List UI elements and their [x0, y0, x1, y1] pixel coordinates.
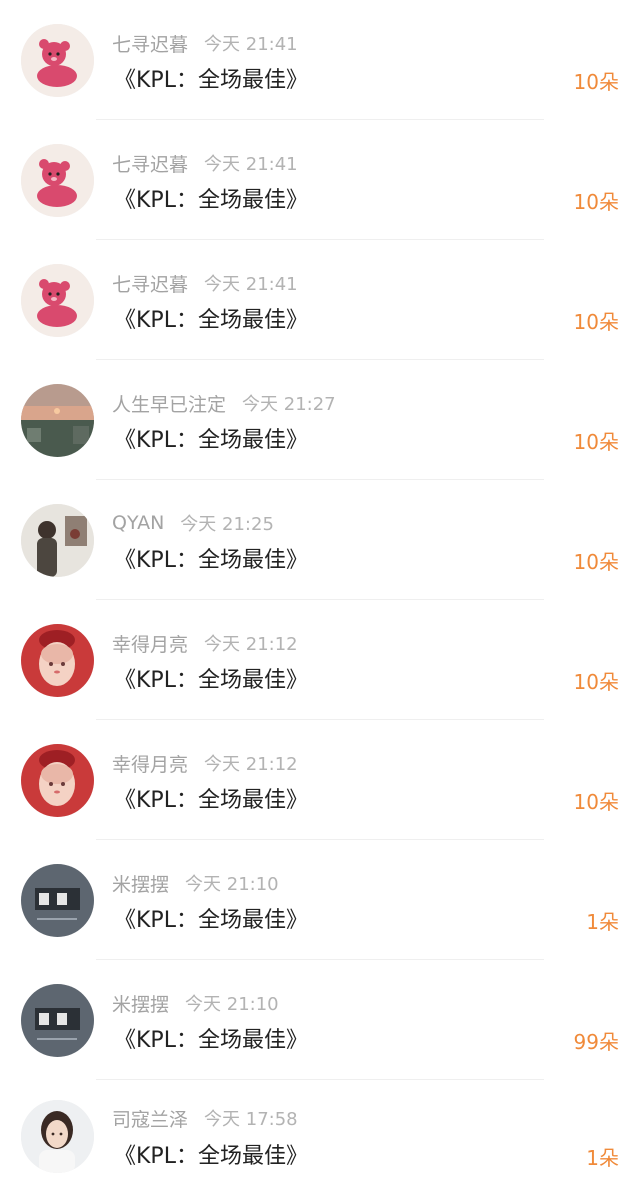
- woman-portrait-avatar-icon: [21, 1100, 94, 1173]
- user-name[interactable]: 米摆摆: [112, 990, 169, 1017]
- list-item[interactable]: 米摆摆 今天 21:10 《KPL：全场最佳》 99朵: [0, 960, 640, 1080]
- gift-title: 《KPL：全场最佳》: [114, 188, 308, 213]
- pink-bear-avatar-icon: [21, 24, 94, 97]
- user-name[interactable]: 幸得月亮: [112, 750, 188, 777]
- list-item[interactable]: 七寻迟暮 今天 21:41 《KPL：全场最佳》 10朵: [0, 240, 640, 360]
- timestamp: 今天 21:25: [180, 514, 274, 535]
- user-name[interactable]: 米摆摆: [112, 870, 169, 897]
- timestamp: 今天 21:41: [204, 154, 298, 175]
- user-name[interactable]: 七寻迟暮: [112, 30, 188, 57]
- timestamp: 今天 21:10: [185, 874, 279, 895]
- avatar[interactable]: [21, 144, 94, 217]
- list-item[interactable]: 幸得月亮 今天 21:12 《KPL：全场最佳》 10朵: [0, 720, 640, 840]
- gift-amount: 10朵: [573, 70, 619, 94]
- user-name[interactable]: QYAN: [112, 512, 164, 534]
- gift-amount: 10朵: [573, 550, 619, 574]
- gift-title: 《KPL：全场最佳》: [114, 1028, 308, 1053]
- anime-girl-avatar-icon: [21, 744, 94, 817]
- avatar[interactable]: [21, 384, 94, 457]
- gift-title: 《KPL：全场最佳》: [114, 308, 308, 333]
- pink-bear-avatar-icon: [21, 264, 94, 337]
- gift-title: 《KPL：全场最佳》: [114, 668, 308, 693]
- avatar[interactable]: [21, 264, 94, 337]
- avatar[interactable]: [21, 984, 94, 1057]
- user-name[interactable]: 司寇兰泽: [112, 1105, 188, 1132]
- user-name[interactable]: 七寻迟暮: [112, 270, 188, 297]
- gift-list: 七寻迟暮 今天 21:41 《KPL：全场最佳》 10朵 七寻迟暮 今天 21:…: [0, 0, 640, 1186]
- gift-title: 《KPL：全场最佳》: [114, 428, 308, 453]
- timestamp: 今天 21:12: [204, 634, 298, 655]
- user-name[interactable]: 七寻迟暮: [112, 150, 188, 177]
- list-item[interactable]: 人生早已注定 今天 21:27 《KPL：全场最佳》 10朵: [0, 360, 640, 480]
- gift-title: 《KPL：全场最佳》: [114, 788, 308, 813]
- timestamp: 今天 21:27: [242, 394, 336, 415]
- gift-amount: 99朵: [573, 1030, 619, 1054]
- timestamp: 今天 21:41: [204, 34, 298, 55]
- gift-amount: 10朵: [573, 190, 619, 214]
- list-item[interactable]: 米摆摆 今天 21:10 《KPL：全场最佳》 1朵: [0, 840, 640, 960]
- dark-tile-avatar-icon: [21, 864, 94, 937]
- timestamp: 今天 21:12: [204, 754, 298, 775]
- gift-title: 《KPL：全场最佳》: [114, 1144, 308, 1169]
- user-name[interactable]: 幸得月亮: [112, 630, 188, 657]
- gift-amount: 10朵: [573, 790, 619, 814]
- gift-amount: 1朵: [586, 910, 619, 934]
- avatar[interactable]: [21, 1100, 94, 1173]
- sunset-landscape-avatar-icon: [21, 384, 94, 457]
- avatar[interactable]: [21, 864, 94, 937]
- gift-amount: 1朵: [586, 1146, 619, 1170]
- list-item[interactable]: 七寻迟暮 今天 21:41 《KPL：全场最佳》 10朵: [0, 120, 640, 240]
- list-item[interactable]: 七寻迟暮 今天 21:41 《KPL：全场最佳》 10朵: [0, 0, 640, 120]
- list-item[interactable]: 司寇兰泽 今天 17:58 《KPL：全场最佳》 1朵: [0, 1080, 640, 1186]
- avatar[interactable]: [21, 624, 94, 697]
- person-photo-avatar-icon: [21, 504, 94, 577]
- list-item[interactable]: QYAN 今天 21:25 《KPL：全场最佳》 10朵: [0, 480, 640, 600]
- avatar[interactable]: [21, 24, 94, 97]
- gift-amount: 10朵: [573, 430, 619, 454]
- dark-tile-avatar-icon: [21, 984, 94, 1057]
- timestamp: 今天 21:41: [204, 274, 298, 295]
- list-item[interactable]: 幸得月亮 今天 21:12 《KPL：全场最佳》 10朵: [0, 600, 640, 720]
- gift-title: 《KPL：全场最佳》: [114, 548, 308, 573]
- gift-title: 《KPL：全场最佳》: [114, 68, 308, 93]
- gift-amount: 10朵: [573, 670, 619, 694]
- gift-amount: 10朵: [573, 310, 619, 334]
- pink-bear-avatar-icon: [21, 144, 94, 217]
- user-name[interactable]: 人生早已注定: [112, 390, 226, 417]
- timestamp: 今天 17:58: [204, 1109, 298, 1130]
- anime-girl-avatar-icon: [21, 624, 94, 697]
- timestamp: 今天 21:10: [185, 994, 279, 1015]
- avatar[interactable]: [21, 504, 94, 577]
- gift-title: 《KPL：全场最佳》: [114, 908, 308, 933]
- avatar[interactable]: [21, 744, 94, 817]
